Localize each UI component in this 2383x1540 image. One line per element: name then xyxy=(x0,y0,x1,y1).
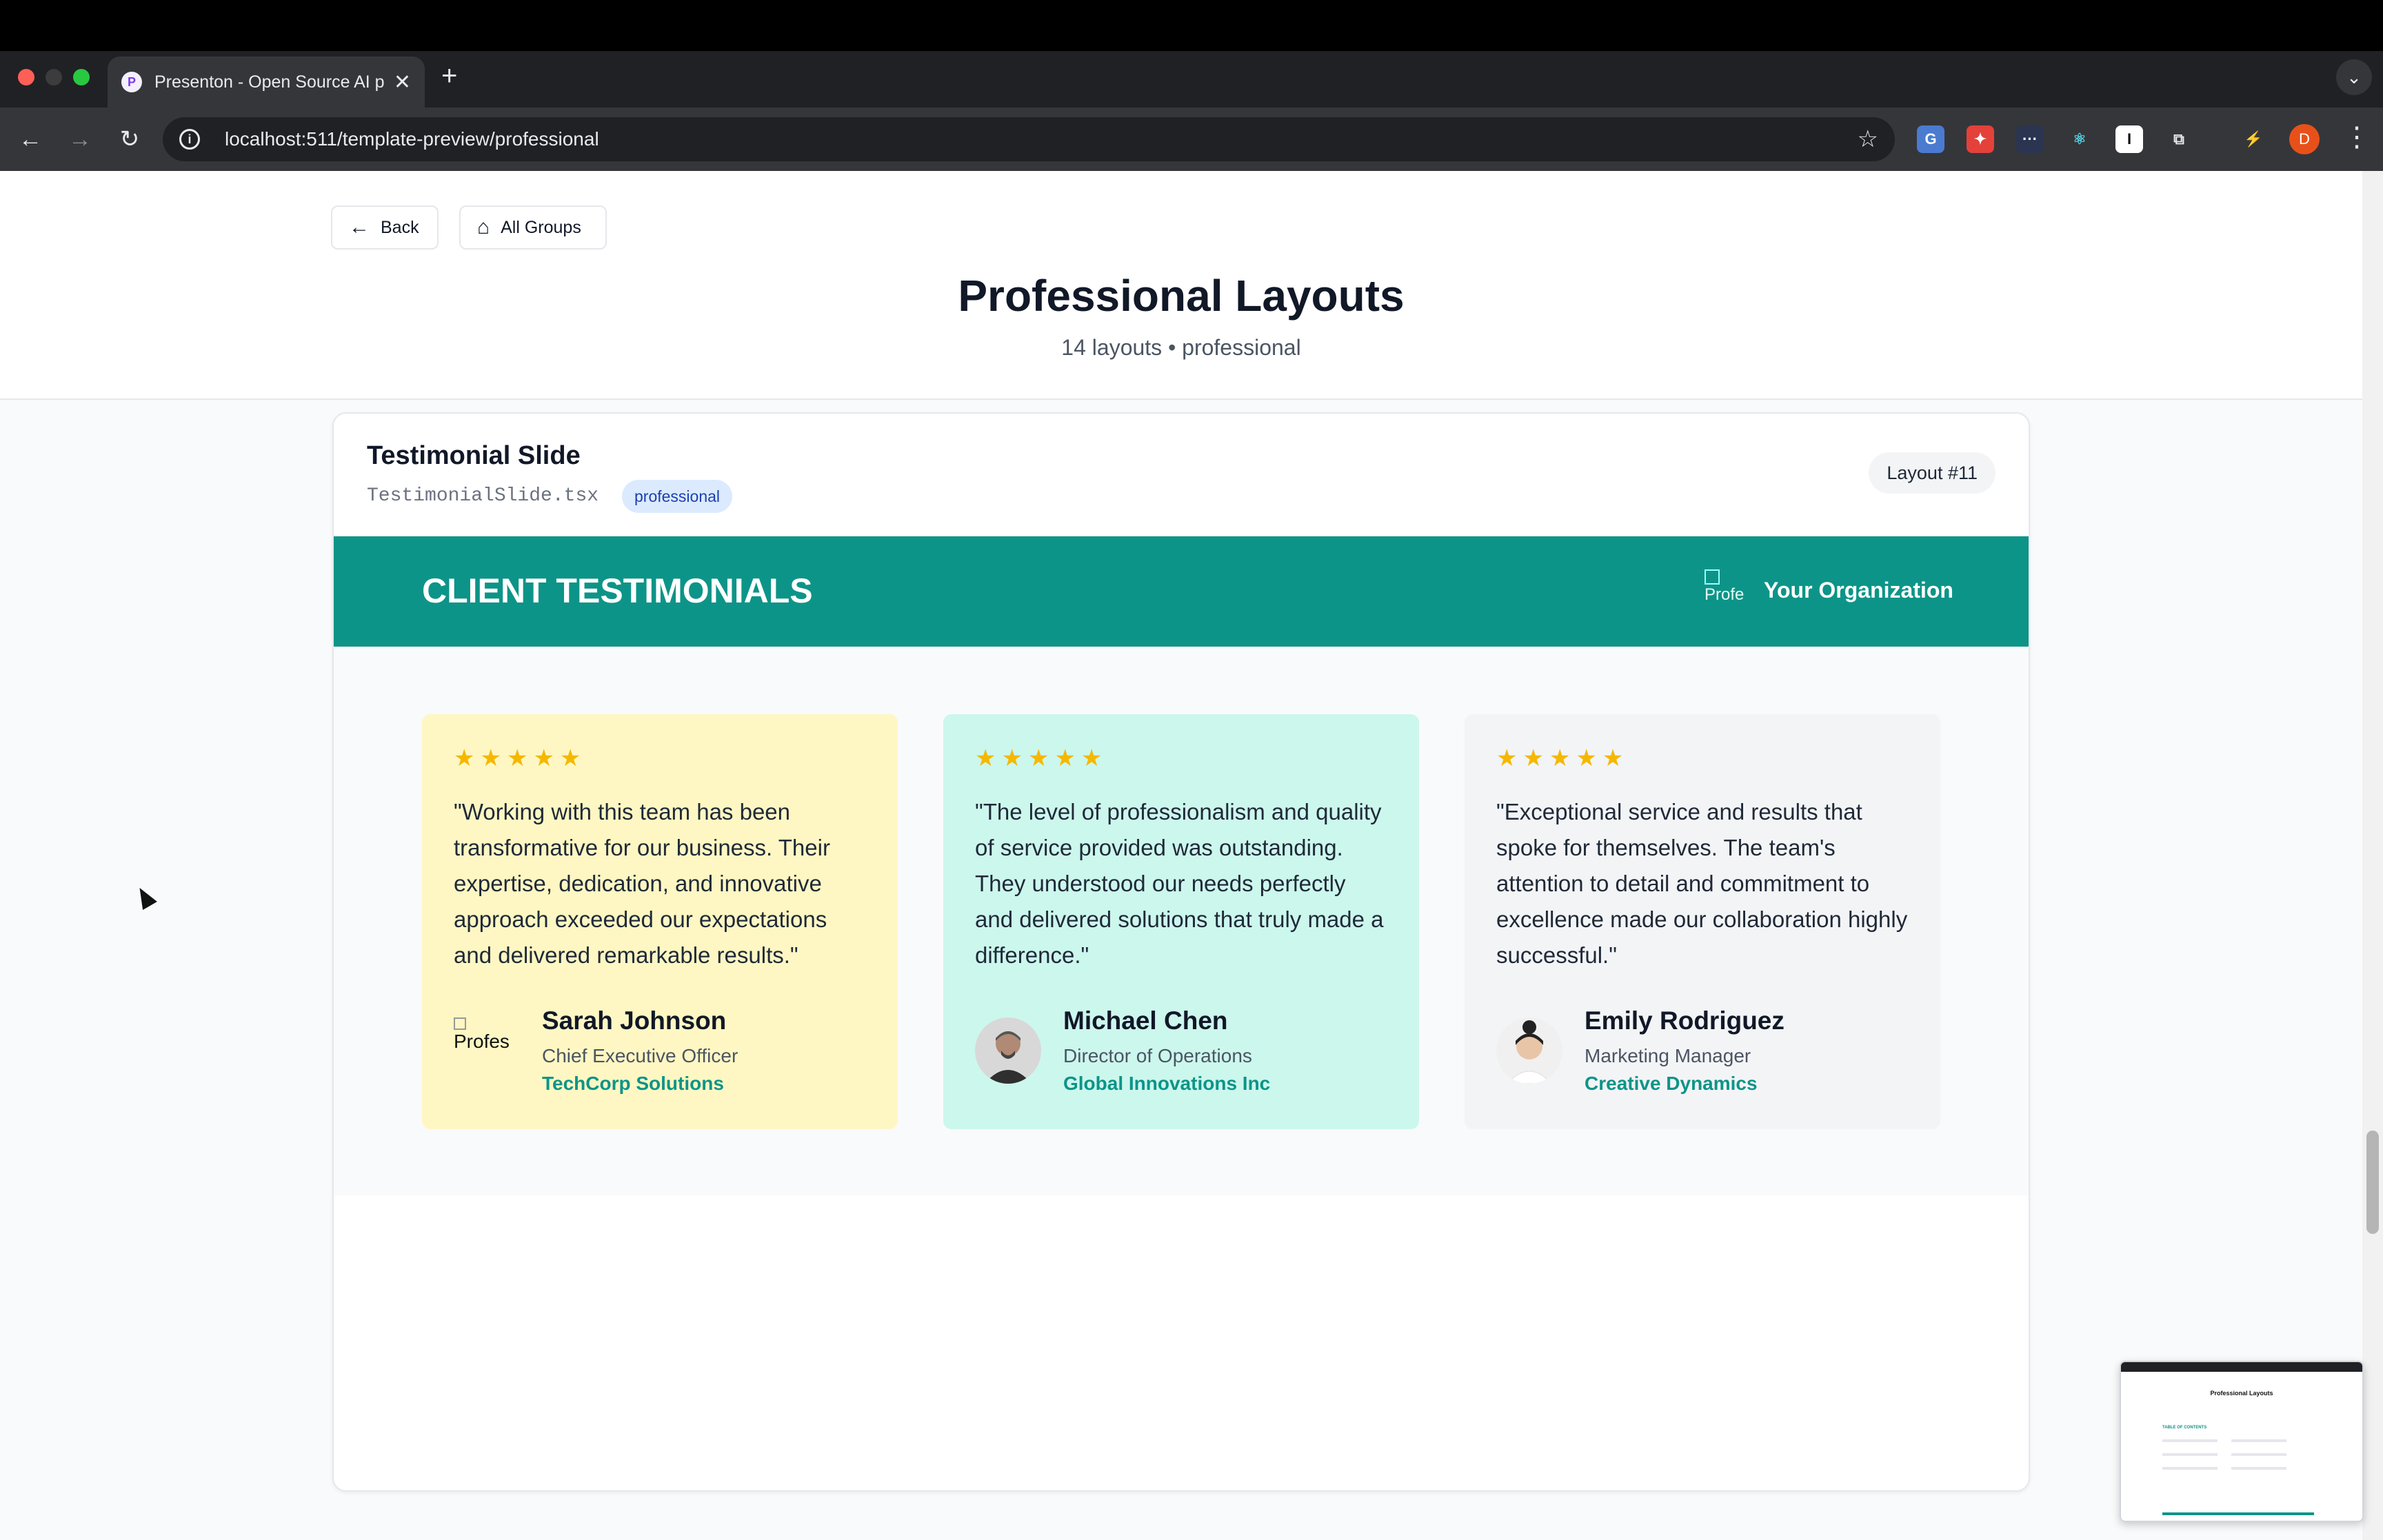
thumbnail-title: Professional Layouts xyxy=(2210,1390,2273,1397)
org-logo-alt-text: Profe xyxy=(1705,585,1744,604)
organization-name: Your Organization xyxy=(1764,578,1953,602)
testimonial-slide-preview: CLIENT TESTIMONIALS Profe Your Organizat… xyxy=(334,536,2029,1195)
testimonial-card: ★★★★★ "Exceptional service and results t… xyxy=(1465,714,1940,1129)
thumbnail-section-label: TABLE OF CONTENTS xyxy=(2162,1426,2207,1430)
back-button[interactable]: ← Back xyxy=(331,205,439,250)
info-extension-icon[interactable]: I xyxy=(2115,125,2143,153)
testimonial-quote: "The level of professionalism and qualit… xyxy=(975,799,1384,968)
layout-card: Testimonial Slide TestimonialSlide.tsx p… xyxy=(332,412,2030,1492)
browser-back-arrow-icon[interactable]: ← xyxy=(14,123,47,156)
thumbnail-chrome xyxy=(2121,1362,2362,1372)
page-scrollbar[interactable] xyxy=(2362,171,2383,1540)
arrow-left-icon: ← xyxy=(349,216,370,239)
testimonial-author: Emily Rodriguez Marketing Manager Creati… xyxy=(1496,1006,1909,1103)
profile-avatar[interactable]: D xyxy=(2289,124,2320,154)
address-bar[interactable]: i localhost:511/template-preview/profess… xyxy=(163,117,1895,161)
bookmark-star-icon[interactable]: ☆ xyxy=(1858,125,1878,153)
testimonial-card: ★★★★★ "The level of professionalism and … xyxy=(943,714,1419,1129)
organization-logo-broken-image: Profe xyxy=(1705,569,1750,615)
reload-icon[interactable]: ↻ xyxy=(113,123,146,156)
author-role: Marketing Manager xyxy=(1585,1045,1751,1066)
performance-icon[interactable]: ⚡ xyxy=(2240,125,2267,153)
slide-heading: CLIENT TESTIMONIALS xyxy=(422,571,813,610)
pin-extension-icon[interactable]: ✦ xyxy=(1967,125,1994,153)
all-groups-label: All Groups xyxy=(501,217,581,237)
all-groups-button[interactable]: ⌂ All Groups xyxy=(459,205,607,250)
author-role: Director of Operations xyxy=(1063,1045,1252,1066)
home-icon: ⌂ xyxy=(477,216,490,239)
page-subtitle: 14 layouts • professional xyxy=(1061,335,1301,360)
tab-search-chevron-icon[interactable]: ⌄ xyxy=(2336,59,2372,95)
browser-tab-active[interactable]: P Presenton - Open Source AI p ✕ xyxy=(108,57,425,108)
thumbnail-line xyxy=(2231,1453,2286,1456)
layout-number-badge: Layout #11 xyxy=(1869,452,1995,494)
thumbnail-accent-bar xyxy=(2162,1512,2314,1515)
thumbnail-line xyxy=(2162,1467,2218,1470)
layout-group-badge: professional xyxy=(622,480,733,513)
avatar-alt-text: Profes xyxy=(454,1031,510,1052)
tab-title: Presenton - Open Source AI p xyxy=(154,72,385,92)
mouse-cursor-icon xyxy=(132,884,157,910)
layout-title: Testimonial Slide xyxy=(367,441,581,470)
thumbnail-line xyxy=(2162,1453,2218,1456)
address-bar-url[interactable]: localhost:511/template-preview/professio… xyxy=(225,128,599,150)
author-company: TechCorp Solutions xyxy=(542,1073,724,1094)
testimonial-quote: "Working with this team has been transfo… xyxy=(454,799,830,968)
author-role: Chief Executive Officer xyxy=(542,1045,738,1066)
author-name: Emily Rodriguez xyxy=(1585,1006,1784,1035)
close-window-button[interactable] xyxy=(18,69,34,85)
avatar xyxy=(975,1017,1041,1084)
scrollbar-thumb[interactable] xyxy=(2366,1131,2379,1234)
minimize-window-button[interactable] xyxy=(46,69,62,85)
new-tab-button[interactable]: + xyxy=(441,61,457,92)
browser-forward-arrow-icon[interactable]: → xyxy=(63,123,97,156)
thumbnail-line xyxy=(2231,1439,2286,1442)
close-tab-icon[interactable]: ✕ xyxy=(394,70,411,94)
thumbnail-line xyxy=(2162,1439,2218,1442)
testimonial-card: ★★★★★ "Working with this team has been t… xyxy=(422,714,898,1129)
star-rating-icon: ★★★★★ xyxy=(454,745,587,771)
testimonial-quote: "Exceptional service and results that sp… xyxy=(1496,799,1908,968)
star-rating-icon: ★★★★★ xyxy=(1496,745,1629,771)
site-info-icon[interactable]: i xyxy=(179,129,200,150)
author-name: Michael Chen xyxy=(1063,1006,1228,1035)
browser-menu-icon[interactable]: ⋮ xyxy=(2343,121,2371,153)
page-title: Professional Layouts xyxy=(958,271,1405,321)
back-button-label: Back xyxy=(381,217,419,237)
broken-image-icon xyxy=(1705,569,1720,585)
translate-extension-icon[interactable]: G xyxy=(1917,125,1944,153)
author-company: Global Innovations Inc xyxy=(1063,1073,1271,1094)
star-rating-icon: ★★★★★ xyxy=(975,745,1108,771)
presenton-favicon-icon: P xyxy=(121,72,142,92)
layout-filename: TestimonialSlide.tsx xyxy=(367,485,599,507)
react-devtools-icon[interactable]: ⚛ xyxy=(2066,125,2093,153)
avatar xyxy=(1496,1017,1562,1084)
author-company: Creative Dynamics xyxy=(1585,1073,1758,1094)
thumbnail-line xyxy=(2231,1467,2286,1470)
avatar-broken-image: Profes xyxy=(454,1017,520,1084)
extensions-puzzle-icon[interactable]: ⧉ xyxy=(2165,125,2193,153)
dots-extension-icon[interactable]: ··· xyxy=(2016,125,2044,153)
screenshot-thumbnail[interactable]: Professional Layouts TABLE OF CONTENTS xyxy=(2120,1361,2364,1522)
fullscreen-window-button[interactable] xyxy=(73,69,90,85)
broken-image-icon xyxy=(454,1017,466,1030)
testimonial-author: Profes Sarah Johnson Chief Executive Off… xyxy=(454,1006,866,1103)
author-name: Sarah Johnson xyxy=(542,1006,727,1035)
macos-menubar-area xyxy=(0,0,2383,51)
testimonial-author: Michael Chen Director of Operations Glob… xyxy=(975,1006,1387,1103)
